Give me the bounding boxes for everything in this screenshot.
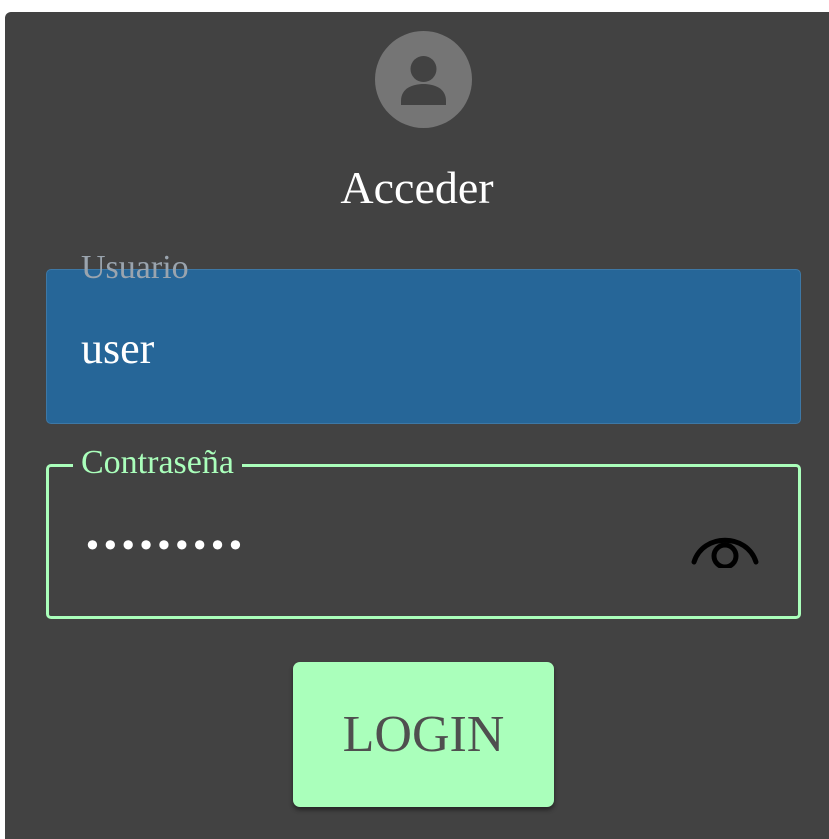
login-button[interactable]: LOGIN xyxy=(293,662,554,807)
eye-icon[interactable] xyxy=(689,520,761,570)
login-card: Acceder Usuario user Contraseña ••••••••… xyxy=(5,12,829,839)
account-circle-icon xyxy=(375,31,472,128)
password-input[interactable]: ••••••••• xyxy=(83,526,245,566)
password-field[interactable]: Contraseña ••••••••• xyxy=(46,443,801,619)
password-label: Contraseña xyxy=(73,443,242,483)
page-title: Acceder xyxy=(340,162,494,213)
username-label: Usuario xyxy=(73,248,197,288)
username-field[interactable]: Usuario user xyxy=(46,248,801,424)
username-input[interactable]: user xyxy=(81,324,154,374)
